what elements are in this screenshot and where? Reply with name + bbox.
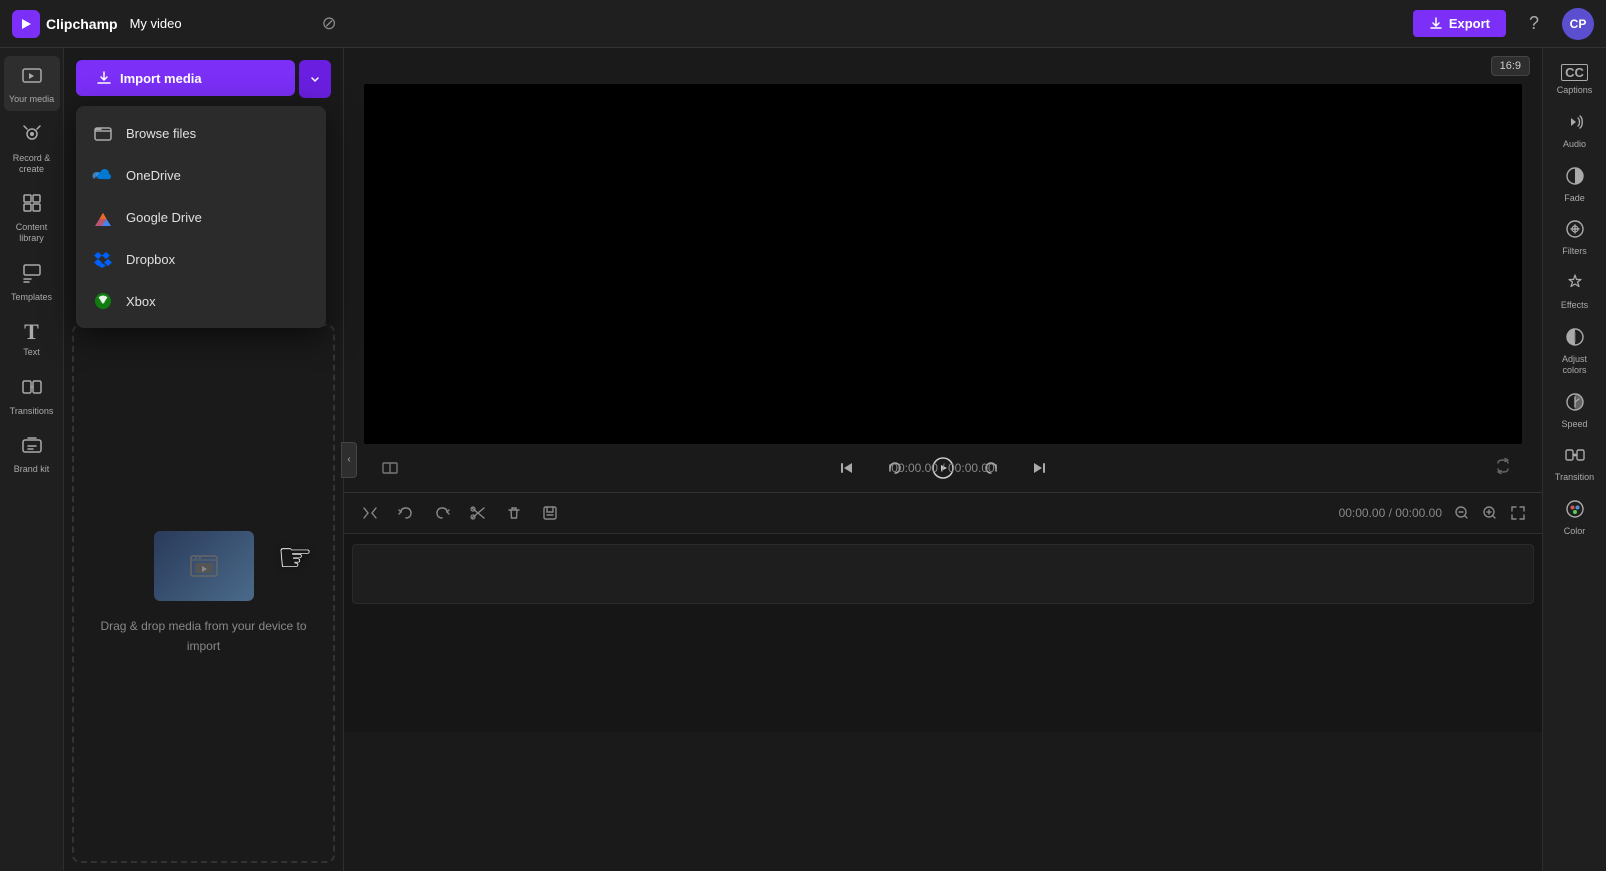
zoom-out-button[interactable] xyxy=(1450,501,1474,525)
playback-time: 00:00.00 / 00:00.00 xyxy=(891,461,994,475)
save-icon: ⊘ xyxy=(322,13,337,34)
media-panel: Import media Browse files xyxy=(64,48,344,871)
help-button[interactable]: ? xyxy=(1518,8,1550,40)
import-media-button[interactable]: Import media xyxy=(76,60,295,96)
fade-icon xyxy=(1565,166,1585,189)
dropdown-item-browse-files[interactable]: Browse files xyxy=(76,112,326,154)
sidebar-item-label-templates: Templates xyxy=(11,292,52,303)
dropbox-icon xyxy=(92,248,114,270)
app-name: Clipchamp xyxy=(46,16,118,32)
timeline-area: 00:00.00 / 00:00.00 xyxy=(344,492,1542,732)
save-frame-button[interactable] xyxy=(536,499,564,527)
content-library-icon xyxy=(21,192,43,218)
templates-icon xyxy=(21,262,43,288)
transitions-icon xyxy=(21,376,43,402)
sidebar-item-transitions[interactable]: Transitions xyxy=(4,368,60,423)
media-drop-zone[interactable]: Drag & drop media from your device to im… xyxy=(72,324,335,863)
right-tool-transition[interactable]: Transition xyxy=(1547,437,1603,489)
adjust-colors-icon xyxy=(1565,327,1585,350)
dropdown-item-dropbox[interactable]: Dropbox xyxy=(76,238,326,280)
undo-button[interactable] xyxy=(392,499,420,527)
zoom-in-button[interactable] xyxy=(1478,501,1502,525)
effects-icon xyxy=(1565,273,1585,296)
sidebar-item-content-library[interactable]: Content library xyxy=(4,184,60,250)
redo-button[interactable] xyxy=(428,499,456,527)
google-drive-icon xyxy=(92,206,114,228)
export-button[interactable]: Export xyxy=(1413,10,1506,37)
import-media-dropdown-button[interactable] xyxy=(299,60,331,98)
your-media-icon xyxy=(21,64,43,90)
right-tool-color[interactable]: Color xyxy=(1547,491,1603,543)
right-tool-captions[interactable]: CC Captions xyxy=(1547,56,1603,102)
xbox-icon xyxy=(92,290,114,312)
timeline-zoom-controls xyxy=(1450,501,1530,525)
captions-icon: CC xyxy=(1561,64,1588,81)
import-dropdown-menu: Browse files OneDrive xyxy=(76,106,326,328)
topbar: Clipchamp ⊘ Export ? CP xyxy=(0,0,1606,48)
sidebar-item-label-your-media: Your media xyxy=(9,94,54,105)
split-button[interactable] xyxy=(374,452,406,484)
preview-area: 16:9 xyxy=(344,48,1542,871)
right-tool-adjust-colors[interactable]: Adjust colors xyxy=(1547,319,1603,382)
sidebar-item-templates[interactable]: Templates xyxy=(4,254,60,309)
logo-icon xyxy=(12,10,40,38)
brand-kit-icon xyxy=(21,434,43,460)
app-logo: Clipchamp xyxy=(12,10,118,38)
text-icon: T xyxy=(24,321,39,343)
onedrive-icon xyxy=(92,164,114,186)
loop-button[interactable] xyxy=(1494,457,1512,480)
media-placeholder-thumbnail xyxy=(154,531,254,601)
dropdown-item-onedrive[interactable]: OneDrive xyxy=(76,154,326,196)
record-icon xyxy=(21,123,43,149)
skip-forward-button[interactable] xyxy=(1023,452,1055,484)
right-tool-fade[interactable]: Fade xyxy=(1547,158,1603,210)
right-sidebar: CC Captions Audio Fade xyxy=(1542,48,1606,871)
playback-controls-row: 00:00.00 / 00:00.00 xyxy=(344,444,1542,492)
timeline-content xyxy=(344,534,1542,732)
sidebar-item-brand-kit[interactable]: Brand kit xyxy=(4,426,60,481)
sidebar-item-label-record: Record & create xyxy=(8,153,56,175)
browse-files-icon xyxy=(92,122,114,144)
filters-icon xyxy=(1565,219,1585,242)
left-nav: Your media Record & create xyxy=(0,48,64,871)
skip-back-button[interactable] xyxy=(831,452,863,484)
main-area: Your media Record & create xyxy=(0,48,1606,871)
dropdown-item-google-drive[interactable]: Google Drive xyxy=(76,196,326,238)
avatar-button[interactable]: CP xyxy=(1562,8,1594,40)
preview-canvas xyxy=(364,84,1522,444)
delete-button[interactable] xyxy=(500,499,528,527)
color-icon xyxy=(1565,499,1585,522)
sidebar-item-record-create[interactable]: Record & create xyxy=(4,115,60,181)
video-title-input[interactable] xyxy=(130,16,306,31)
right-tool-filters[interactable]: Filters xyxy=(1547,211,1603,263)
cut-button[interactable] xyxy=(464,499,492,527)
speed-icon xyxy=(1565,392,1585,415)
topbar-right: Export ? CP xyxy=(1413,8,1594,40)
sidebar-item-label-transitions: Transitions xyxy=(10,406,54,417)
timeline-track xyxy=(352,544,1534,604)
sidebar-item-your-media[interactable]: Your media xyxy=(4,56,60,111)
right-tool-effects[interactable]: Effects xyxy=(1547,265,1603,317)
sidebar-item-label-brand: Brand kit xyxy=(14,464,50,475)
timeline-time: 00:00.00 / 00:00.00 xyxy=(1339,506,1442,520)
timeline-toolbar: 00:00.00 / 00:00.00 xyxy=(344,493,1542,534)
dropdown-item-xbox[interactable]: Xbox xyxy=(76,280,326,322)
import-btn-row: Import media xyxy=(64,48,343,104)
sidebar-item-label-text: Text xyxy=(23,347,40,358)
drag-drop-label: Drag & drop media from your device to im… xyxy=(94,617,313,655)
fit-button[interactable] xyxy=(1506,501,1530,525)
collapse-panel-button[interactable]: ‹ xyxy=(341,442,357,478)
sidebar-item-text[interactable]: T Text xyxy=(4,313,60,364)
aspect-ratio-button[interactable]: 16:9 xyxy=(1491,56,1530,76)
right-tool-speed[interactable]: Speed xyxy=(1547,384,1603,436)
sidebar-item-label-content: Content library xyxy=(8,222,56,244)
transition-icon xyxy=(1565,445,1585,468)
right-tool-audio[interactable]: Audio xyxy=(1547,104,1603,156)
preview-top-bar: 16:9 xyxy=(344,48,1542,84)
audio-icon xyxy=(1565,112,1585,135)
split-clip-button[interactable] xyxy=(356,499,384,527)
